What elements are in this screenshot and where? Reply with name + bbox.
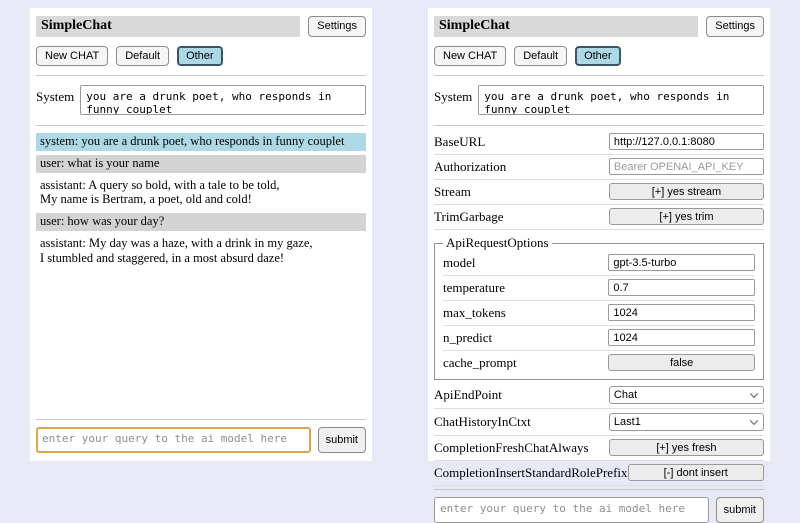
submit-button[interactable]: submit: [716, 497, 764, 523]
api-endpoint-select[interactable]: Chat: [609, 386, 764, 404]
session-button-default[interactable]: Default: [116, 46, 169, 66]
app-title: SimpleChat: [434, 16, 698, 37]
query-row: submit: [434, 497, 764, 523]
chat-message-assistant: assistant: A query so bold, with a tale …: [36, 177, 366, 210]
model-input[interactable]: [608, 254, 755, 271]
completion-insert-role-prefix-toggle-button[interactable]: [-] dont insert: [628, 464, 764, 481]
setting-row-trimgarbage: TrimGarbage [+] yes trim: [434, 205, 764, 230]
chat-history-in-ctxt-label: ChatHistoryInCtxt: [434, 414, 609, 430]
system-prompt-label: System: [434, 85, 472, 105]
baseurl-input[interactable]: [609, 133, 764, 150]
api-request-options-fieldset: ApiRequestOptions model temperature max_…: [434, 235, 764, 380]
chat-message-system: system: you are a drunk poet, who respon…: [36, 133, 366, 151]
setting-row-n-predict: n_predict: [443, 326, 755, 351]
query-input[interactable]: [36, 427, 311, 453]
trimgarbage-label: TrimGarbage: [434, 209, 609, 225]
app-title: SimpleChat: [36, 16, 300, 37]
setting-row-authorization: Authorization: [434, 155, 764, 180]
trimgarbage-toggle-button[interactable]: [+] yes trim: [609, 208, 764, 225]
chat-message-user: user: what is your name: [36, 155, 366, 173]
chat-history-select-wrap: Last1: [609, 412, 764, 431]
n-predict-label: n_predict: [443, 330, 608, 346]
baseurl-label: BaseURL: [434, 134, 609, 150]
new-chat-button[interactable]: New CHAT: [434, 46, 506, 66]
setting-row-max-tokens: max_tokens: [443, 301, 755, 326]
header: SimpleChat Settings: [434, 16, 764, 37]
completion-fresh-chat-toggle-button[interactable]: [+] yes fresh: [609, 439, 764, 456]
api-endpoint-select-wrap: Chat: [609, 385, 764, 404]
max-tokens-label: max_tokens: [443, 305, 608, 321]
divider: [36, 75, 366, 76]
session-button-other[interactable]: Other: [575, 46, 621, 66]
stream-label: Stream: [434, 184, 609, 200]
system-prompt-input[interactable]: you are a drunk poet, who responds in fu…: [80, 85, 366, 115]
divider: [434, 489, 764, 490]
setting-row-api-endpoint: ApiEndPoint Chat: [434, 382, 764, 409]
setting-row-cache-prompt: cache_prompt false: [443, 351, 755, 375]
setting-row-completion-fresh-chat: CompletionFreshChatAlways [+] yes fresh: [434, 436, 764, 461]
divider: [434, 75, 764, 76]
setting-row-stream: Stream [+] yes stream: [434, 180, 764, 205]
cache-prompt-label: cache_prompt: [443, 355, 608, 371]
api-request-options-legend: ApiRequestOptions: [443, 235, 552, 251]
setting-row-temperature: temperature: [443, 276, 755, 301]
setting-row-baseurl: BaseURL: [434, 130, 764, 155]
cache-prompt-toggle-button[interactable]: false: [608, 354, 755, 371]
query-input[interactable]: [434, 497, 709, 523]
max-tokens-input[interactable]: [608, 304, 755, 321]
settings-button[interactable]: Settings: [308, 16, 366, 37]
authorization-input[interactable]: [609, 158, 764, 175]
divider: [434, 125, 764, 126]
model-label: model: [443, 255, 608, 271]
setting-row-model: model: [443, 251, 755, 276]
system-prompt-input[interactable]: you are a drunk poet, who responds in fu…: [478, 85, 764, 115]
system-prompt-label: System: [36, 85, 74, 105]
temperature-label: temperature: [443, 280, 608, 296]
setting-row-chat-history-in-ctxt: ChatHistoryInCtxt Last1: [434, 409, 764, 436]
session-buttons: New CHAT Default Other: [36, 46, 366, 66]
stream-toggle-button[interactable]: [+] yes stream: [609, 183, 764, 200]
chat-message-list: system: you are a drunk poet, who respon…: [36, 133, 366, 416]
session-buttons: New CHAT Default Other: [434, 46, 764, 66]
system-prompt-row: System you are a drunk poet, who respond…: [434, 85, 764, 115]
new-chat-button[interactable]: New CHAT: [36, 46, 108, 66]
chat-message-assistant: assistant: My day was a haze, with a dri…: [36, 235, 366, 268]
chat-history-select[interactable]: Last1: [609, 413, 764, 431]
completion-fresh-chat-label: CompletionFreshChatAlways: [434, 440, 609, 456]
settings-list: BaseURL Authorization Stream [+] yes str…: [434, 130, 764, 486]
system-prompt-row: System you are a drunk poet, who respond…: [36, 85, 366, 115]
authorization-label: Authorization: [434, 159, 609, 175]
divider: [36, 125, 366, 126]
session-button-default[interactable]: Default: [514, 46, 567, 66]
chat-panel: SimpleChat Settings New CHAT Default Oth…: [30, 8, 372, 461]
header: SimpleChat Settings: [36, 16, 366, 37]
completion-insert-role-prefix-label: CompletionInsertStandardRolePrefix: [434, 465, 628, 481]
query-row: submit: [36, 427, 366, 453]
settings-panel: SimpleChat Settings New CHAT Default Oth…: [428, 8, 770, 461]
submit-button[interactable]: submit: [318, 427, 366, 453]
settings-button[interactable]: Settings: [706, 16, 764, 37]
chat-message-user: user: how was your day?: [36, 213, 366, 231]
temperature-input[interactable]: [608, 279, 755, 296]
setting-row-completion-insert-role-prefix: CompletionInsertStandardRolePrefix [-] d…: [434, 461, 764, 486]
n-predict-input[interactable]: [608, 329, 755, 346]
session-button-other[interactable]: Other: [177, 46, 223, 66]
api-endpoint-label: ApiEndPoint: [434, 387, 609, 403]
divider: [36, 419, 366, 420]
